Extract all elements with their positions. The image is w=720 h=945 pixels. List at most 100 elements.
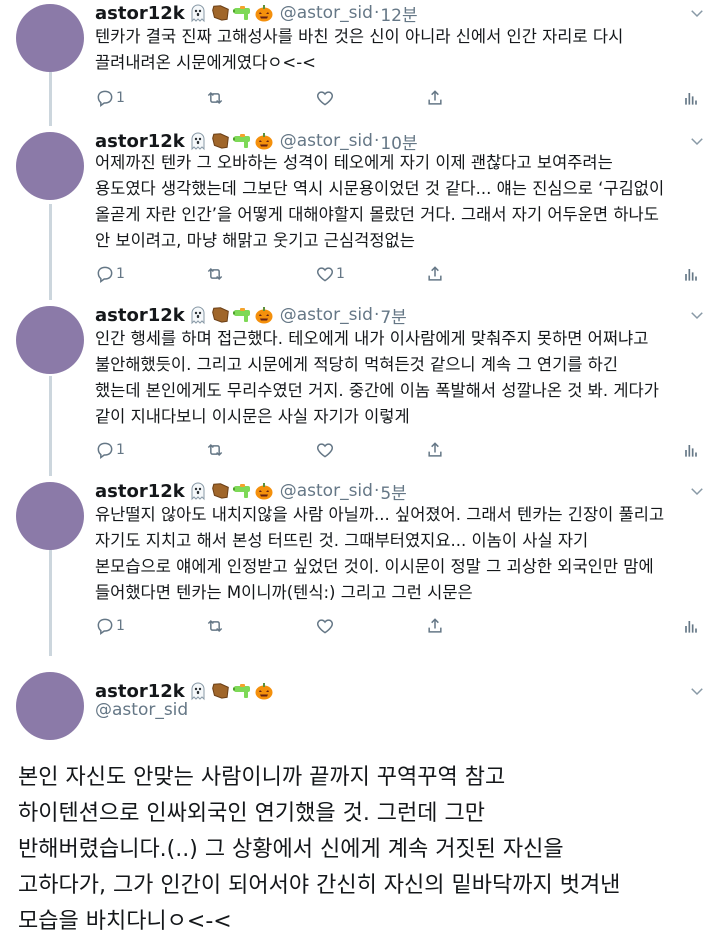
- tweet-text-line: 인간 행세를 하며 접근했다. 테오에게 내가 이사람에게 맞춰주지 못하면 어…: [95, 329, 649, 348]
- tweet-header: astor12k @astor_sid · 5분: [95, 478, 407, 504]
- final-tweet-text-line: 모습을 바치다니ㅇ<-<: [18, 909, 232, 934]
- tweet-header: astor12k @astor_sid · 12분: [95, 0, 418, 26]
- tweet-text-line: 용도였다 생각했는데 그보단 역시 시문용이었던 것 같다... 얘는 진심으로…: [95, 179, 665, 198]
- like-icon: [316, 619, 334, 634]
- share-button[interactable]: [425, 264, 445, 284]
- timestamp[interactable]: 12분: [380, 1, 417, 26]
- share-icon: [428, 90, 442, 105]
- reply-count: 1: [116, 618, 125, 634]
- water-gun-emoji: [232, 484, 250, 498]
- tweet-text-line: 어제까진 텐카 그 오바하는 성격이 테오에게 자기 이제 괜찮다고 보여주려는: [95, 153, 613, 172]
- chevron-down-icon[interactable]: [688, 682, 706, 700]
- analytics-icon: [685, 93, 697, 105]
- reply-button[interactable]: 1: [95, 440, 125, 460]
- retweet-button[interactable]: [205, 440, 226, 460]
- retweet-icon: [207, 619, 223, 633]
- retweet-button[interactable]: [205, 88, 226, 108]
- tweet-actions: 1: [95, 440, 705, 464]
- reply-button[interactable]: 1: [95, 264, 125, 284]
- analytics-button[interactable]: [681, 440, 701, 460]
- reply-icon: [97, 442, 113, 459]
- thread-line: [49, 72, 52, 126]
- ghost-emoji: [191, 482, 205, 501]
- like-button[interactable]: 1: [315, 264, 345, 284]
- tweet-text-line: 했는데 본인에게도 무리수였던 거지. 중간에 이놈 폭발해서 성깔나온 것 봐…: [95, 381, 659, 400]
- like-icon: [316, 91, 334, 106]
- display-name[interactable]: astor12k: [95, 131, 185, 152]
- water-gun-emoji: [232, 6, 250, 20]
- retweet-button[interactable]: [205, 264, 226, 284]
- tweet-text: 유난떨지 않아도 내치지않을 사람 아닐까... 싶어졌어. 그래서 텐카는 긴…: [95, 502, 705, 606]
- reply-button[interactable]: 1: [95, 88, 125, 108]
- handle[interactable]: @astor_sid: [280, 481, 373, 501]
- retweet-icon: [207, 267, 223, 281]
- analytics-button[interactable]: [681, 88, 701, 108]
- reply-button[interactable]: 1: [95, 616, 125, 636]
- like-button[interactable]: [315, 88, 336, 108]
- reply-count: 1: [116, 442, 125, 458]
- display-name[interactable]: astor12k: [95, 681, 185, 702]
- analytics-button[interactable]: [681, 264, 701, 284]
- final-tweet-text: 본인 자신도 안맞는 사람이니까 끝까지 꾸역꾸역 참고 하이텐션으로 인싸외국인…: [18, 760, 708, 940]
- tweet-actions: 1: [95, 88, 705, 112]
- jack-o-lantern-emoji: [255, 133, 273, 150]
- tweet-text-line: 올곧게 자란 인간’을 어떻게 대해야할지 몰랐던 거다. 그래서 자기 어두운…: [95, 205, 659, 224]
- share-button[interactable]: [425, 616, 445, 636]
- name-emojis: [188, 131, 274, 151]
- water-gun-emoji: [232, 684, 250, 698]
- share-button[interactable]: [425, 88, 445, 108]
- like-button[interactable]: [315, 440, 336, 460]
- like-count: 1: [336, 266, 345, 282]
- like-icon: [316, 267, 334, 282]
- coffin-emoji: [211, 683, 229, 699]
- chevron-down-icon[interactable]: [688, 482, 706, 500]
- like-button[interactable]: [315, 616, 336, 636]
- timestamp[interactable]: 7분: [380, 303, 406, 328]
- avatar[interactable]: [16, 482, 84, 550]
- handle[interactable]: @astor_sid: [280, 3, 373, 23]
- share-icon: [428, 266, 442, 281]
- name-emojis: [188, 305, 274, 325]
- tweet-text-line: 들어했다면 텐카는 M이니까(텐식:) 그리고 그런 시문은: [95, 583, 473, 602]
- reply-icon: [97, 90, 113, 107]
- thread-line: [49, 204, 52, 300]
- water-gun-emoji: [232, 134, 250, 148]
- reply-icon: [97, 618, 113, 635]
- timestamp[interactable]: 5분: [380, 479, 406, 504]
- avatar[interactable]: [16, 4, 84, 72]
- tweet-text-line: 불안해했듯이. 그리고 시문에게 적당히 먹혀든것 같으니 계속 그 연기를 하…: [95, 355, 619, 374]
- analytics-icon: [685, 445, 697, 457]
- tweet-actions: 1: [95, 616, 705, 640]
- ghost-emoji: [191, 306, 205, 325]
- avatar[interactable]: [16, 132, 84, 200]
- share-button[interactable]: [425, 440, 445, 460]
- handle[interactable]: @astor_sid: [95, 700, 188, 720]
- analytics-button[interactable]: [681, 616, 701, 636]
- tweet-text: 어제까진 텐카 그 오바하는 성격이 테오에게 자기 이제 괜찮다고 보여주려는…: [95, 150, 705, 254]
- tweet-text-line: 같이 지내다보니 이시문은 사실 자기가 이렇게: [95, 407, 410, 426]
- display-name[interactable]: astor12k: [95, 481, 185, 502]
- coffin-emoji: [211, 307, 229, 323]
- tweet-actions: 1 1: [95, 264, 705, 288]
- final-tweet-text-line: 하이텐션으로 인싸외국인 연기했을 것. 그런데 그만: [18, 801, 486, 826]
- tweet-text-line: 안 보이려고, 마냥 해맑고 웃기고 근심걱정없는: [95, 231, 415, 250]
- retweet-button[interactable]: [205, 616, 226, 636]
- tweet-text: 텐카가 결국 진짜 고해성사를 바친 것은 신이 아니라 신에서 인간 자리로 …: [95, 24, 705, 76]
- handle[interactable]: @astor_sid: [280, 131, 373, 151]
- tweet-text-line: 유난떨지 않아도 내치지않을 사람 아닐까... 싶어졌어. 그래서 텐카는 긴…: [95, 505, 665, 524]
- avatar[interactable]: [16, 306, 84, 374]
- avatar[interactable]: [16, 672, 84, 740]
- coffin-emoji: [211, 5, 229, 21]
- chevron-down-icon[interactable]: [688, 306, 706, 324]
- tweet-text-line: 자기도 지치고 해서 본성 터뜨린 것. 그때부터였지요... 이놈이 사실 자…: [95, 531, 589, 550]
- tweet-text-line: 끌려내려온 시문에게였다ㅇ<-<: [95, 53, 317, 72]
- final-tweet-text-line: 반해버렸습니다.(..) 그 상황에서 신에게 계속 거짓된 자신을: [18, 837, 564, 862]
- coffin-emoji: [211, 483, 229, 499]
- ghost-emoji: [191, 682, 205, 701]
- separator-dot: ·: [373, 3, 380, 23]
- handle[interactable]: @astor_sid: [280, 305, 373, 325]
- chevron-down-icon[interactable]: [688, 132, 706, 150]
- display-name[interactable]: astor12k: [95, 3, 185, 24]
- display-name[interactable]: astor12k: [95, 305, 185, 326]
- chevron-down-icon[interactable]: [688, 4, 706, 22]
